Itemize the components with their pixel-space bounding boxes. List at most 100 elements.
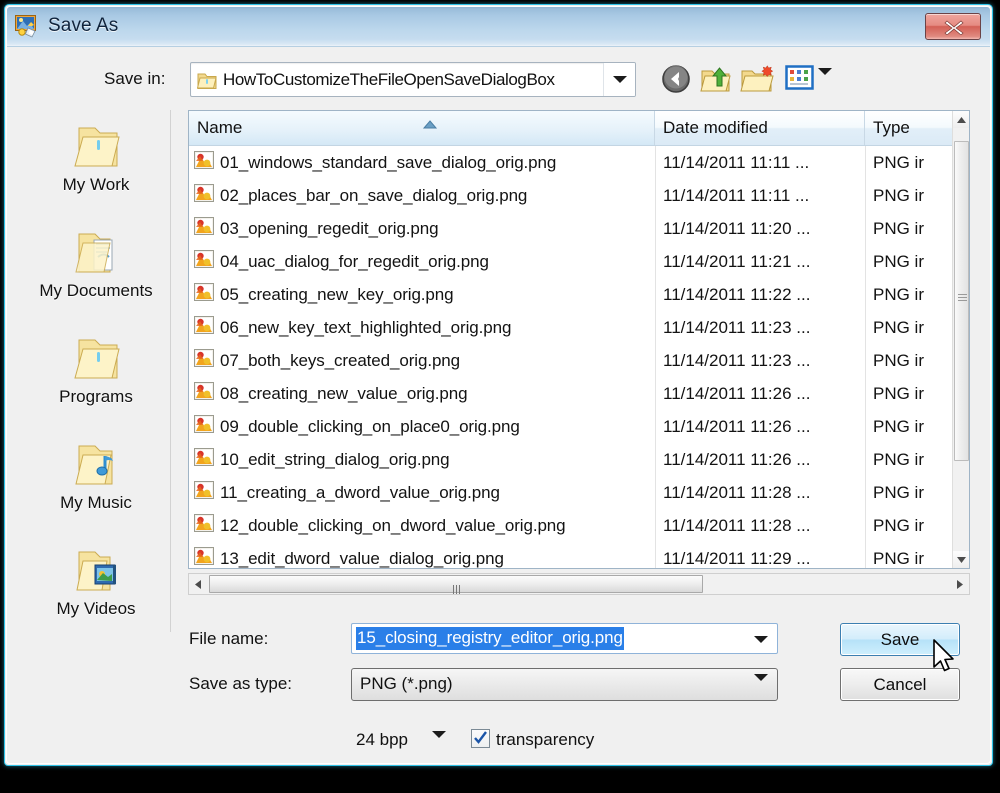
file-name-cell[interactable]: 13_edit_dword_value_dialog_orig.png: [194, 542, 654, 568]
sort-ascending-icon: [422, 117, 438, 135]
table-row[interactable]: 10_edit_string_dialog_orig.png 11/14/2011…: [189, 443, 952, 476]
file-type-cell: PNG ir: [873, 351, 924, 370]
file-name-text: 13_edit_dword_value_dialog_orig.png: [220, 548, 504, 568]
file-name-text: 08_creating_new_value_orig.png: [220, 383, 468, 403]
place-label: My Videos: [56, 599, 136, 618]
file-name-cell[interactable]: 09_double_clicking_on_place0_orig.png: [194, 410, 654, 443]
file-date-cell: 11/14/2011 11:28 ...: [663, 516, 811, 535]
bpp-dropdown-value[interactable]: 24 bpp: [356, 730, 408, 750]
file-name-text: 04_uac_dialog_for_regedit_orig.png: [220, 251, 489, 271]
vertical-scrollbar-thumb[interactable]: [954, 141, 969, 461]
png-file-icon: [194, 448, 214, 471]
file-name-cell[interactable]: 10_edit_string_dialog_orig.png: [194, 443, 654, 476]
file-list[interactable]: Name Date modified Type 01_windows_stand…: [188, 110, 970, 569]
table-row[interactable]: 04_uac_dialog_for_regedit_orig.png 11/14/…: [189, 245, 952, 278]
file-name-cell[interactable]: 06_new_key_text_highlighted_orig.png: [194, 311, 654, 344]
file-name-cell[interactable]: 03_opening_regedit_orig.png: [194, 212, 654, 245]
table-row[interactable]: 06_new_key_text_highlighted_orig.png 11/1…: [189, 311, 952, 344]
scroll-down-button[interactable]: [953, 551, 969, 568]
place-item-my-music[interactable]: My Music: [21, 428, 171, 528]
horizontal-scrollbar-thumb[interactable]: [209, 575, 703, 594]
save-as-type-value: PNG (*.png): [360, 674, 453, 693]
file-name-cell[interactable]: 05_creating_new_key_orig.png: [194, 278, 654, 311]
column-header-type[interactable]: Type: [865, 111, 953, 145]
table-row[interactable]: 01_windows_standard_save_dialog_orig.png…: [189, 146, 952, 179]
views-icon[interactable]: [784, 62, 816, 94]
file-name-text: 10_edit_string_dialog_orig.png: [220, 449, 450, 469]
table-row[interactable]: 09_double_clicking_on_place0_orig.png 11/…: [189, 410, 952, 443]
table-row[interactable]: 11_creating_a_dword_value_orig.png 11/14/…: [189, 476, 952, 509]
png-file-icon: [194, 316, 214, 339]
file-name-cell[interactable]: 04_uac_dialog_for_regedit_orig.png: [194, 245, 654, 278]
file-name-cell[interactable]: 07_both_keys_created_orig.png: [194, 344, 654, 377]
place-item-my-videos[interactable]: My Videos: [21, 534, 171, 634]
transparency-label: transparency: [496, 730, 595, 749]
title-bar[interactable]: Save As: [7, 7, 990, 47]
file-name-text: 11_creating_a_dword_value_orig.png: [220, 482, 500, 502]
transparency-checkbox[interactable]: [471, 729, 490, 748]
views-dropdown-arrow[interactable]: [818, 68, 832, 93]
up-one-level-icon[interactable]: [699, 62, 733, 96]
place-label: Programs: [59, 387, 133, 406]
vertical-scrollbar[interactable]: [952, 111, 969, 568]
file-name-cell[interactable]: 12_double_clicking_on_dword_value_orig.p…: [194, 509, 654, 542]
file-date-cell: 11/14/2011 11:26 ...: [663, 384, 811, 403]
table-row[interactable]: 12_double_clicking_on_dword_value_orig.p…: [189, 509, 952, 542]
save-in-combobox[interactable]: HowToCustomizeTheFileOpenSaveDialogBox: [190, 62, 636, 97]
save-as-dialog: Save As Save in: HowToCustomizeTheFileOp…: [4, 4, 993, 766]
file-type-cell: PNG ir: [873, 549, 924, 568]
file-name-text: 06_new_key_text_highlighted_orig.png: [220, 317, 512, 337]
file-name-cell[interactable]: 08_creating_new_value_orig.png: [194, 377, 654, 410]
scrollbar-grip-icon: [453, 581, 462, 594]
png-file-icon: [194, 514, 214, 537]
png-file-icon: [194, 547, 214, 568]
file-name-text: 07_both_keys_created_orig.png: [220, 350, 461, 370]
file-date-cell: 11/14/2011 11:21 ...: [663, 252, 811, 271]
create-new-folder-icon[interactable]: [740, 62, 776, 96]
table-row[interactable]: 03_opening_regedit_orig.png 11/14/2011 11…: [189, 212, 952, 245]
file-date-cell: 11/14/2011 11:23 ...: [663, 351, 811, 370]
table-row[interactable]: 07_both_keys_created_orig.png 11/14/2011 …: [189, 344, 952, 377]
scroll-left-button[interactable]: [189, 574, 207, 594]
place-label: My Work: [62, 175, 130, 194]
close-icon: [944, 20, 964, 35]
table-row[interactable]: 02_places_bar_on_save_dialog_orig.png 11/…: [189, 179, 952, 212]
dialog-inner-frame: Save As Save in: HowToCustomizeTheFileOp…: [6, 6, 991, 764]
save-as-type-select[interactable]: PNG (*.png): [351, 668, 778, 701]
table-row[interactable]: 05_creating_new_key_orig.png 11/14/2011 1…: [189, 278, 952, 311]
file-name-input[interactable]: 15_closing_registry_editor_orig.png: [351, 623, 778, 654]
file-date-cell: 11/14/2011 11:29 ...: [663, 549, 811, 568]
back-icon[interactable]: [659, 62, 693, 96]
horizontal-scrollbar[interactable]: [188, 573, 970, 595]
cancel-button[interactable]: Cancel: [840, 668, 960, 701]
file-name-cell[interactable]: 01_windows_standard_save_dialog_orig.png: [194, 146, 654, 179]
png-file-icon: [194, 415, 214, 438]
save-button[interactable]: Save: [840, 623, 960, 656]
place-item-my-work[interactable]: My Work: [21, 110, 171, 210]
file-name-text: 01_windows_standard_save_dialog_orig.png: [220, 152, 557, 172]
table-row[interactable]: 08_creating_new_value_orig.png 11/14/2011…: [189, 377, 952, 410]
file-type-cell: PNG ir: [873, 219, 924, 238]
file-name-cell[interactable]: 02_places_bar_on_save_dialog_orig.png: [194, 179, 654, 212]
bpp-dropdown-arrow[interactable]: [432, 731, 446, 756]
file-name-dropdown-arrow[interactable]: [746, 625, 776, 652]
column-header-date-modified[interactable]: Date modified: [655, 111, 865, 145]
file-type-cell: PNG ir: [873, 417, 924, 436]
scroll-up-button[interactable]: [953, 111, 969, 128]
file-name-text: 02_places_bar_on_save_dialog_orig.png: [220, 185, 528, 205]
file-name-label: File name:: [189, 629, 269, 648]
close-button[interactable]: [925, 13, 981, 40]
file-type-cell: PNG ir: [873, 285, 924, 304]
file-type-cell: PNG ir: [873, 384, 924, 403]
file-name-text: 09_double_clicking_on_place0_orig.png: [220, 416, 520, 436]
place-item-programs[interactable]: Programs: [21, 322, 171, 422]
file-name-text: 03_opening_regedit_orig.png: [220, 218, 439, 238]
places-bar: My Work My Documents Programs My Music M…: [21, 110, 171, 632]
scroll-right-button[interactable]: [951, 574, 969, 594]
file-name-cell[interactable]: 11_creating_a_dword_value_orig.png: [194, 476, 654, 509]
file-list-header: Name Date modified Type: [189, 111, 969, 146]
file-date-cell: 11/14/2011 11:28 ...: [663, 483, 811, 502]
table-row[interactable]: 13_edit_dword_value_dialog_orig.png 11/14…: [189, 542, 952, 568]
place-item-my-documents[interactable]: My Documents: [21, 216, 171, 316]
save-in-dropdown-arrow[interactable]: [603, 63, 635, 96]
